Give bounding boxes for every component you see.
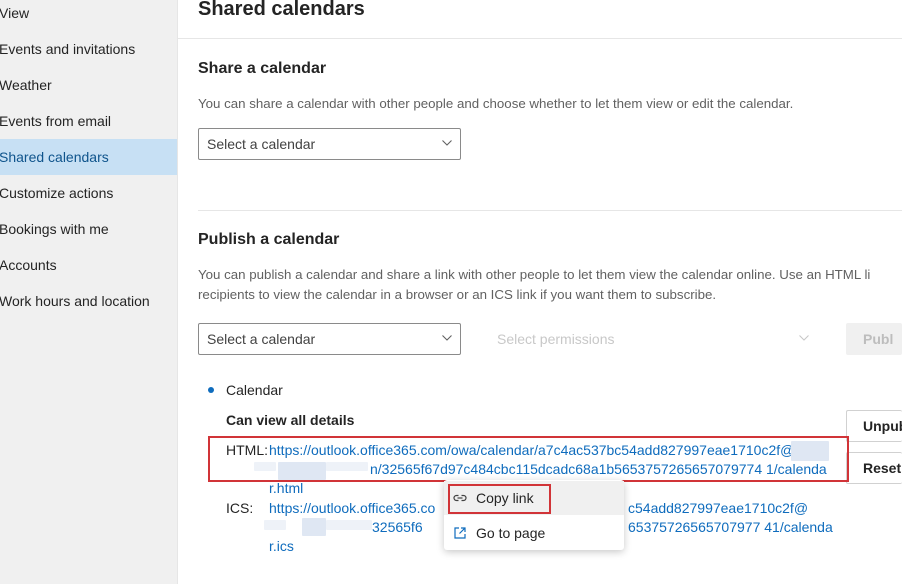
redacted-region bbox=[254, 462, 276, 471]
sidebar-item-weather[interactable]: Weather bbox=[0, 67, 177, 103]
permissions-dropdown-label: Select permissions bbox=[497, 331, 615, 347]
sidebar-item-events-from-email[interactable]: Events from email bbox=[0, 103, 177, 139]
publish-button[interactable]: Publ bbox=[846, 323, 902, 355]
redacted-region bbox=[302, 518, 326, 536]
html-link-line3[interactable]: r.html bbox=[269, 480, 303, 496]
published-calendar-name: Calendar bbox=[226, 382, 283, 398]
share-section-title: Share a calendar bbox=[198, 60, 327, 77]
chevron-down-icon bbox=[442, 140, 452, 146]
redacted-region bbox=[326, 462, 368, 471]
redacted-region bbox=[278, 462, 326, 480]
permission-level-label: Can view all details bbox=[226, 412, 355, 428]
settings-window: View Events and invitations Weather Even… bbox=[0, 0, 902, 584]
menu-item-go-to-page[interactable]: Go to page bbox=[444, 516, 624, 550]
unpublish-button[interactable]: Unpub bbox=[846, 410, 902, 442]
ics-link-line3[interactable]: r.ics bbox=[269, 538, 294, 554]
sidebar-item-view[interactable]: View bbox=[0, 0, 177, 31]
sidebar-item-customize-actions[interactable]: Customize actions bbox=[0, 175, 177, 211]
publish-description-line1: You can publish a calendar and share a l… bbox=[198, 267, 871, 282]
ics-link-line1-start[interactable]: https://outlook.office365.co bbox=[269, 500, 435, 516]
ics-link-line2-end[interactable]: 65375726565707977 41/calenda bbox=[628, 519, 833, 535]
section-divider bbox=[198, 210, 902, 211]
calendar-bullet bbox=[208, 387, 214, 393]
publish-section-title: Publish a calendar bbox=[198, 231, 340, 248]
publish-calendar-dropdown[interactable]: Select a calendar bbox=[198, 323, 461, 355]
ics-link-line2-mid[interactable]: 32565f6 bbox=[372, 519, 423, 535]
redacted-region bbox=[791, 441, 829, 461]
page-title: Shared calendars bbox=[198, 0, 365, 20]
sidebar-item-events-and-invitations[interactable]: Events and invitations bbox=[0, 31, 177, 67]
sidebar-item-bookings-with-me[interactable]: Bookings with me bbox=[0, 211, 177, 247]
share-description: You can share a calendar with other peop… bbox=[198, 96, 794, 111]
link-icon bbox=[453, 494, 467, 502]
publish-calendar-dropdown-label: Select a calendar bbox=[207, 331, 316, 347]
share-calendar-dropdown-label: Select a calendar bbox=[207, 136, 316, 152]
title-divider bbox=[178, 38, 902, 39]
redacted-region bbox=[264, 520, 286, 530]
publish-description-line2: recipients to view the calendar in a bro… bbox=[198, 287, 717, 302]
sidebar-item-shared-calendars[interactable]: Shared calendars bbox=[0, 139, 177, 175]
menu-item-copy-link[interactable]: Copy link bbox=[444, 481, 624, 515]
ics-link-line1-end[interactable]: c54add827997eae1710c2f@ bbox=[628, 500, 808, 516]
html-link-line2[interactable]: n/32565f67d97c484cbc115dcadc68a1b5653757… bbox=[370, 461, 827, 477]
menu-item-copy-link-label: Copy link bbox=[476, 490, 534, 506]
open-in-new-icon bbox=[454, 527, 466, 539]
html-link-label: HTML: bbox=[226, 442, 268, 458]
redacted-region bbox=[326, 520, 372, 530]
reset-links-button[interactable]: Reset l bbox=[846, 452, 902, 484]
share-calendar-dropdown[interactable]: Select a calendar bbox=[198, 128, 461, 160]
sidebar-item-accounts[interactable]: Accounts bbox=[0, 247, 177, 283]
html-link-line1[interactable]: https://outlook.office365.com/owa/calend… bbox=[269, 442, 794, 458]
settings-sidebar: View Events and invitations Weather Even… bbox=[0, 0, 177, 584]
chevron-down-icon bbox=[442, 335, 452, 341]
chevron-down-icon bbox=[799, 335, 809, 341]
sidebar-divider bbox=[177, 0, 178, 584]
menu-item-go-to-page-label: Go to page bbox=[476, 525, 546, 541]
link-context-menu: Copy link Go to page bbox=[444, 480, 624, 550]
ics-link-label: ICS: bbox=[226, 500, 254, 516]
sidebar-item-work-hours-and-location[interactable]: Work hours and location bbox=[0, 283, 177, 319]
permissions-dropdown[interactable]: Select permissions bbox=[488, 323, 818, 355]
